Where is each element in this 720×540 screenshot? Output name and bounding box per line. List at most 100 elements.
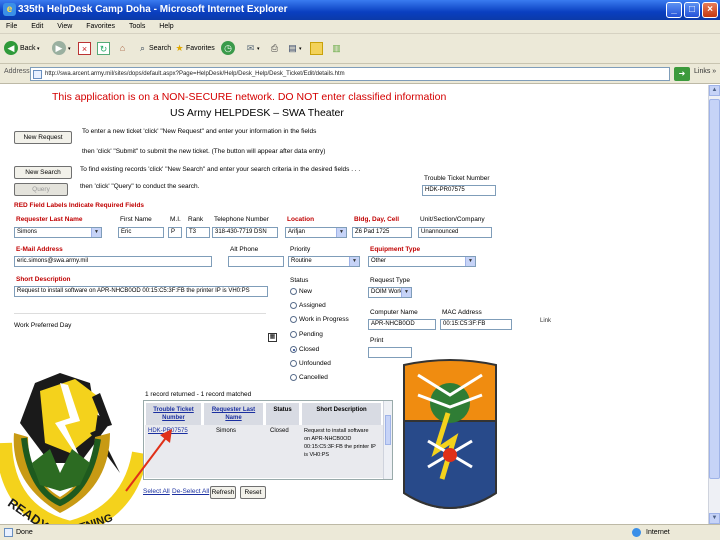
cell-status: Closed [270, 428, 289, 434]
short-desc-input[interactable]: Request to install software on APR-NHCB0… [14, 286, 268, 297]
rank-label: Rank [188, 216, 204, 223]
menu-favorites[interactable]: Favorites [80, 20, 121, 34]
status-pending-radio[interactable]: Pending [290, 331, 323, 338]
status-new-radio[interactable]: New [290, 288, 312, 295]
location-value: Arifjan [288, 229, 306, 235]
side-link[interactable]: Link [540, 318, 551, 324]
menu-edit[interactable]: Edit [25, 20, 49, 34]
new-search-button[interactable]: New Search [14, 166, 72, 179]
menu-view[interactable]: View [51, 20, 78, 34]
radio-label: Unfounded [299, 360, 331, 368]
status-closed-radio[interactable]: Closed [290, 346, 319, 353]
menu-file[interactable]: File [0, 20, 23, 34]
go-button[interactable]: ➜ [674, 67, 690, 81]
unit-label: Unit/Section/Company [420, 216, 485, 223]
trouble-ticket-label: Trouble Ticket Number [424, 175, 490, 182]
ie-logo-icon: e [3, 3, 16, 16]
internet-zone-icon [632, 528, 641, 537]
research-button[interactable]: ▥ [330, 40, 343, 58]
back-arrow-icon: ◀ [4, 41, 18, 56]
results-scrollbar[interactable] [383, 401, 392, 479]
refresh-button[interactable]: ↻ [97, 40, 110, 58]
phone-label: Telephone Number [214, 216, 269, 223]
history-icon: ◷ [221, 41, 235, 56]
location-select[interactable]: Arifjan ▼ [285, 227, 347, 238]
query-button[interactable]: Query [14, 183, 68, 196]
results-caption: 1 record returned - 1 record matched [145, 391, 252, 398]
status-cancelled-radio[interactable]: Cancelled [290, 374, 328, 381]
col-lastname-header[interactable]: Requester Last Name [204, 403, 264, 425]
email-input[interactable]: eric.simons@swa.army.mil [14, 256, 212, 267]
reset-button[interactable]: Reset [240, 486, 266, 499]
close-button[interactable]: × [702, 2, 718, 18]
search-icon: ⌕ [139, 42, 146, 53]
status-wip-radio[interactable]: Work in Progress [290, 316, 349, 323]
mail-icon: ✉ [246, 42, 255, 53]
history-button[interactable]: ◷ [221, 40, 237, 58]
annotation-arrow [125, 429, 172, 492]
priority-label: Priority [290, 246, 311, 253]
computer-name-input[interactable]: APR-NHCB0OD [368, 319, 436, 330]
new-request-button[interactable]: New Request [14, 131, 72, 144]
toolbar: ◀ Back ▾ ▶ ▾ × ↻ ⌂ ⌕ Search ★ Favorites ◷ ✉ ▾… [0, 34, 720, 64]
last-name-select[interactable]: Simons ▼ [14, 227, 102, 238]
bldg-input[interactable]: Z6 Pad 1725 [352, 227, 412, 238]
links-button[interactable]: Links » [694, 68, 716, 75]
menu-tools[interactable]: Tools [123, 20, 151, 34]
print-button[interactable]: ⎙ [268, 40, 281, 58]
mi-input[interactable]: P [168, 227, 182, 238]
status-unfounded-radio[interactable]: Unfounded [290, 360, 331, 367]
scroll-up-icon[interactable]: ▲ [709, 85, 720, 96]
mail-button[interactable]: ✉ ▾ [244, 40, 260, 58]
equipment-select[interactable]: Other ▼ [368, 256, 476, 267]
results-scroll-thumb[interactable] [385, 415, 391, 445]
request-type-select[interactable]: DOIM Work ▼ [368, 287, 412, 298]
radio-label: Closed [299, 346, 320, 354]
home-button[interactable]: ⌂ [116, 40, 129, 58]
stop-icon: × [78, 41, 91, 55]
required-fields-note: RED Field Labels Indicate Required Field… [14, 202, 145, 209]
query-instructions: then 'click' "Query" to conduct the sear… [80, 183, 200, 190]
edit-button[interactable]: ▤ ▾ [286, 40, 301, 58]
rank-input[interactable]: T3 [186, 227, 210, 238]
chevron-down-icon: ▼ [349, 257, 359, 266]
phone-input[interactable]: 318-430-7719 DSN [212, 227, 278, 238]
window-title-bar[interactable]: e 335th HelpDesk Camp Doha - Microsoft I… [0, 0, 720, 20]
address-input[interactable]: http://swa.arcent.army.mil/sites/dops/de… [30, 67, 670, 81]
maximize-button[interactable]: □ [684, 2, 700, 18]
radio-icon [290, 288, 297, 295]
trouble-ticket-input[interactable]: HDK-PR07575 [422, 185, 496, 196]
scroll-thumb[interactable] [709, 99, 720, 479]
discuss-button[interactable] [310, 40, 323, 58]
radio-label: Cancelled [299, 374, 328, 382]
page-scrollbar[interactable]: ▲ ▼ [708, 85, 720, 524]
alt-phone-label: Alt Phone [230, 246, 259, 253]
minimize-button[interactable]: _ [666, 2, 682, 18]
status-assigned-radio[interactable]: Assigned [290, 302, 326, 309]
scroll-down-icon[interactable]: ▼ [709, 513, 720, 524]
favorites-button[interactable]: ★ Favorites [173, 40, 214, 58]
preferred-day-label: Work Preferred Day [14, 322, 72, 329]
priority-select[interactable]: Routine ▼ [288, 256, 360, 267]
calendar-icon[interactable]: ▦ [268, 333, 277, 342]
radio-icon [290, 302, 297, 309]
col-ticket-header[interactable]: Trouble Ticket Number [146, 403, 202, 425]
computer-name-label: Computer Name [370, 309, 418, 316]
menu-help[interactable]: Help [153, 20, 179, 34]
priority-value: Routine [291, 258, 312, 264]
request-type-value: DOIM Work [371, 289, 403, 295]
stop-button[interactable]: × [78, 40, 91, 58]
first-name-input[interactable]: Eric [118, 227, 164, 238]
search-button[interactable]: ⌕ Search [136, 40, 171, 58]
window-title: 335th HelpDesk Camp Doha - Microsoft Int… [18, 4, 288, 15]
back-button[interactable]: ◀ Back ▾ [4, 40, 39, 58]
unit-input[interactable]: Unannounced [418, 227, 492, 238]
status-text: Done [16, 529, 33, 536]
refresh-list-button[interactable]: Refresh [210, 486, 236, 499]
alt-phone-input[interactable] [228, 256, 284, 267]
col-desc-header: Short Description [302, 403, 382, 425]
mac-input[interactable]: 00:15:C5:3F:FB [440, 319, 512, 330]
forward-button[interactable]: ▶ ▾ [52, 40, 71, 58]
radio-icon [290, 374, 297, 381]
forward-arrow-icon: ▶ [52, 41, 66, 56]
